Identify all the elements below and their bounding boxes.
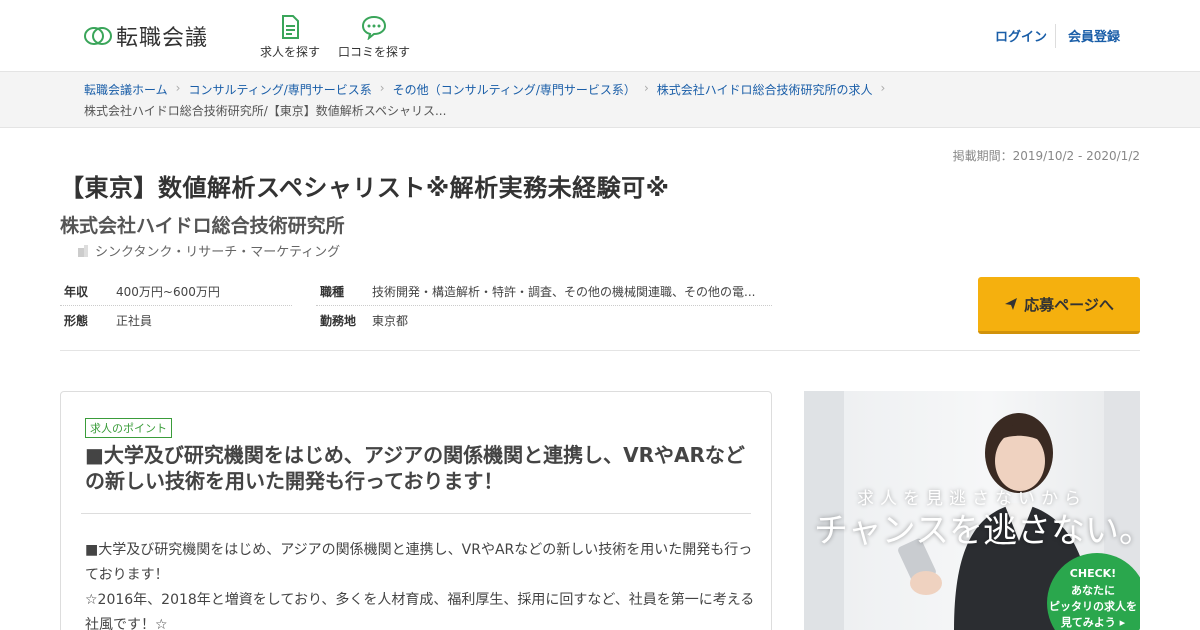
paper-plane-icon [1005,298,1018,310]
logo-text: 転職会議 [116,26,209,51]
location-value: 東京都 [372,313,409,328]
document-icon [282,15,299,39]
location-row: 勤務地 東京都 [316,306,772,334]
check-text-line: 見てみよう ▸ [1060,616,1126,629]
chevron-right-icon: › [643,81,649,95]
breadcrumb: 転職会議ホーム › コンサルティング/専門サービス系 › その他（コンサルティン… [0,72,1200,128]
chevron-right-icon: › [880,81,886,95]
company-name[interactable]: 株式会社ハイドロ総合技術研究所 [60,211,345,238]
salary-row: 年収 400万円~600万円 [60,277,292,305]
job-point-paragraph: ■大学及び研究機関をはじめ、アジアの関係機関と連携し、VRやARなどの新しい技術… [85,542,753,583]
nav-review-search[interactable]: 口コミを探す [334,14,414,60]
breadcrumb-subcategory[interactable]: その他（コンサルティング/専門サービス系） [393,81,636,98]
divider [60,350,1140,351]
site-logo[interactable]: 転職会議 [84,20,208,52]
breadcrumb-current: 株式会社ハイドロ総合技術研究所/【東京】数値解析スペシャリス... [84,104,447,118]
apply-button[interactable]: 応募ページへ [978,277,1140,334]
salary-key: 年収 [64,284,89,299]
divider [81,513,751,514]
nav-job-search-label: 求人を探す [259,45,320,59]
job-point-badge: 求人のポイント [85,418,172,438]
salary-value: 400万円~600万円 [116,284,220,299]
check-text-line: ピッタリの求人を [1049,600,1137,613]
job-category-key: 職種 [320,284,345,299]
job-point-paragraph: ☆2016年、2018年と増資をしており、多くを人材育成、福利厚生、採用に回すな… [85,592,755,630]
location-key: 勤務地 [320,313,357,328]
chat-bubble-icon [361,15,387,40]
job-category-row: 職種 技術開発・構造解析・特許・調査、その他の機械関連職、その他の電... [316,277,772,305]
breadcrumb-company-jobs[interactable]: 株式会社ハイドロ総合技術研究所の求人 [657,81,873,98]
job-point-heading: ■大学及び研究機関をはじめ、アジアの関係機関と連携し、VRやARなどの新しい技術… [85,443,745,493]
handshake-logo-icon [84,27,112,45]
breadcrumb-category[interactable]: コンサルティング/専門サービス系 [188,81,371,98]
job-title: 【東京】数値解析スペシャリスト※解析実務未経験可※ [60,174,670,202]
register-link[interactable]: 会員登録 [1068,26,1120,45]
nav-review-search-label: 口コミを探す [337,45,410,59]
check-label: CHECK! [1069,567,1117,580]
apply-button-label: 応募ページへ [1024,295,1114,314]
site-header: 転職会議 求人を探す 口コミを探す ログイン 会員登録 [0,0,1200,72]
employment-type-row: 形態 正社員 [60,306,292,334]
job-point-card: 求人のポイント ■大学及び研究機関をはじめ、アジアの関係機関と連携し、VRやAR… [60,391,772,630]
nav-job-search[interactable]: 求人を探す [250,14,330,60]
building-icon [78,244,88,257]
promo-banner[interactable]: 求人を見逃さないから チャンスを逃さない。 CHECK! あなたに ピッタリの求… [804,391,1140,630]
job-category-value: 技術開発・構造解析・特許・調査、その他の機械関連職、その他の電... [372,284,756,299]
check-text-line: あなたに [1071,584,1115,597]
auth-divider [1055,24,1056,48]
industry: シンクタンク・リサーチ・マーケティング [77,241,340,260]
breadcrumb-home[interactable]: 転職会議ホーム [84,81,168,98]
chevron-right-icon: › [379,81,385,95]
industry-label: シンクタンク・リサーチ・マーケティング [95,245,341,260]
employment-type-value: 正社員 [116,313,153,328]
banner-headline: チャンスを逃さない。 [814,511,1140,551]
job-point-body: ■大学及び研究機関をはじめ、アジアの関係機関と連携し、VRやARなどの新しい技術… [85,538,755,630]
listing-period: 掲載期間：2019/10/2 - 2020/1/2 [952,149,1140,163]
employment-type-key: 形態 [64,313,89,328]
login-link[interactable]: ログイン [995,26,1047,45]
chevron-right-icon: › [175,81,181,95]
